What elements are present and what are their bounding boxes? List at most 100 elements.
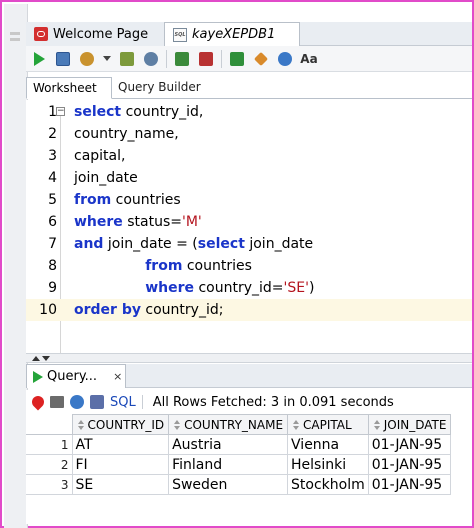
rollback-button[interactable]: [197, 50, 215, 68]
run-script-icon: [56, 51, 70, 66]
explain-plan-button[interactable]: [118, 50, 136, 68]
column-header-label: COUNTRY_NAME: [184, 417, 284, 432]
line-number: 8: [48, 258, 57, 274]
query-result-icon: [33, 370, 43, 383]
column-header-capital[interactable]: CAPITAL: [287, 414, 369, 435]
code-text: capital,: [74, 145, 125, 167]
cell-country-name[interactable]: Austria: [168, 434, 289, 455]
refresh-icon[interactable]: [70, 395, 84, 409]
collapse-up-icon[interactable]: [32, 356, 40, 361]
rollback-icon: [199, 51, 213, 66]
column-header-country-id[interactable]: COUNTRY_ID: [71, 414, 170, 435]
left-side-strip: [4, 4, 28, 528]
line-number: 2: [48, 126, 57, 142]
sql-text: country_id=: [194, 280, 284, 296]
code-text: select country_id,: [74, 101, 203, 123]
cell-join-date[interactable]: 01-JAN-95: [367, 434, 452, 455]
clear-button[interactable]: [252, 50, 270, 68]
fold-toggle-icon[interactable]: −: [56, 107, 65, 116]
tab-label: Welcome Page: [53, 26, 149, 42]
column-header-country-name[interactable]: COUNTRY_NAME: [168, 414, 289, 435]
code-line[interactable]: 6 where status='M': [26, 211, 472, 233]
code-text: from countries: [74, 189, 181, 211]
tab-worksheet-connection[interactable]: SQL kayeXEPDB1: [164, 22, 300, 46]
table-row[interactable]: 2 FI Finland Helsinki 01-JAN-95: [26, 454, 452, 475]
sql-keyword: from: [145, 258, 183, 274]
sql-text: ): [308, 280, 315, 296]
close-icon[interactable]: ×: [113, 370, 122, 383]
dropdown-button[interactable]: [102, 50, 112, 68]
sql-tuning-button[interactable]: [228, 50, 246, 68]
sql-text: join_date: [74, 170, 138, 186]
tab-query-builder[interactable]: Query Builder: [112, 77, 212, 99]
sql-history-button[interactable]: [276, 50, 294, 68]
run-script-button[interactable]: [54, 50, 72, 68]
sql-worksheet-icon: SQL: [173, 27, 187, 42]
line-number: 1: [48, 104, 57, 120]
table-header-row: COUNTRY_ID COUNTRY_NAME CAPITAL JOIN_DATE: [26, 414, 452, 435]
table-row[interactable]: 1 AT Austria Vienna 01-JAN-95: [26, 434, 452, 455]
code-line[interactable]: 9 where country_id='SE'): [26, 277, 472, 299]
dropdown-arrow-icon: [103, 56, 111, 61]
column-header-join-date[interactable]: JOIN_DATE: [367, 414, 452, 435]
table-row[interactable]: 3 SE Sweden Stockholm 01-JAN-95: [26, 474, 452, 495]
worksheet-toolbar: Aa: [26, 46, 472, 72]
code-line[interactable]: 2 country_name,: [26, 123, 472, 145]
cell-join-date[interactable]: 01-JAN-95: [367, 474, 452, 495]
sql-string: 'SE': [283, 280, 309, 296]
code-line[interactable]: 4 join_date: [26, 167, 472, 189]
print-icon[interactable]: [50, 396, 64, 408]
row-number: 2: [26, 454, 73, 475]
oracle-icon: [34, 27, 48, 41]
sql-keyword: from: [74, 192, 112, 208]
sql-text: join_date: [244, 236, 314, 252]
cell-capital[interactable]: Stockholm: [287, 474, 369, 495]
run-statement-button[interactable]: [30, 50, 48, 68]
cell-country-id[interactable]: FI: [71, 454, 170, 475]
code-line[interactable]: 3 capital,: [26, 145, 472, 167]
line-number: 9: [48, 280, 57, 296]
code-line[interactable]: 1− select country_id,: [26, 101, 472, 123]
sql-text: capital,: [74, 148, 126, 164]
cell-country-id[interactable]: SE: [71, 474, 170, 495]
cell-country-name[interactable]: Finland: [168, 454, 289, 475]
commit-transaction-button[interactable]: [173, 50, 191, 68]
panel-splitter[interactable]: [26, 353, 472, 363]
sql-tuning-icon: [230, 51, 244, 66]
toolbar-separator: [221, 49, 222, 68]
cell-country-id[interactable]: AT: [71, 434, 170, 455]
sql-keyword: select: [74, 104, 122, 120]
column-header-label: COUNTRY_ID: [87, 417, 165, 432]
pin-icon[interactable]: [29, 393, 47, 411]
results-toolbar: SQL All Rows Fetched: 3 in 0.091 seconds: [26, 390, 472, 414]
freeze-view-icon[interactable]: [90, 395, 104, 409]
sql-editor[interactable]: 1− select country_id, 2 country_name, 3 capit…: [26, 100, 472, 353]
line-number: 5: [48, 192, 57, 208]
cell-join-date[interactable]: 01-JAN-95: [367, 454, 452, 475]
tab-query-result[interactable]: Query... ×: [26, 364, 126, 388]
cell-capital[interactable]: Helsinki: [287, 454, 369, 475]
results-grid[interactable]: COUNTRY_ID COUNTRY_NAME CAPITAL JOIN_DATE 1…: [26, 414, 472, 524]
code-line[interactable]: 10 order by country_id;: [26, 299, 472, 321]
cell-country-name[interactable]: Sweden: [168, 474, 289, 495]
code-line[interactable]: 8 from countries: [26, 255, 472, 277]
code-line[interactable]: 5 from countries: [26, 189, 472, 211]
commit-button[interactable]: [78, 50, 96, 68]
autotrace-button[interactable]: [142, 50, 160, 68]
collapse-down-icon[interactable]: [42, 356, 50, 361]
sql-keyword: where: [74, 214, 123, 230]
to-upper-lower-button[interactable]: Aa: [300, 50, 318, 68]
cell-capital[interactable]: Vienna: [287, 434, 369, 455]
sql-text: country_id,: [121, 104, 204, 120]
tab-worksheet[interactable]: Worksheet: [26, 77, 112, 99]
code-line[interactable]: 7 and join_date = (select join_date: [26, 233, 472, 255]
column-header-label: CAPITAL: [303, 417, 352, 432]
sort-icon: [373, 420, 381, 430]
sql-text: country_id;: [140, 302, 224, 318]
sort-icon: [77, 420, 85, 430]
sql-link[interactable]: SQL: [110, 395, 136, 410]
row-number: 1: [26, 434, 73, 455]
table-body: 1 AT Austria Vienna 01-JAN-95 2 FI Finland Helsi…: [26, 434, 452, 495]
tab-welcome-page[interactable]: Welcome Page: [26, 22, 164, 46]
code-text: country_name,: [74, 123, 179, 145]
